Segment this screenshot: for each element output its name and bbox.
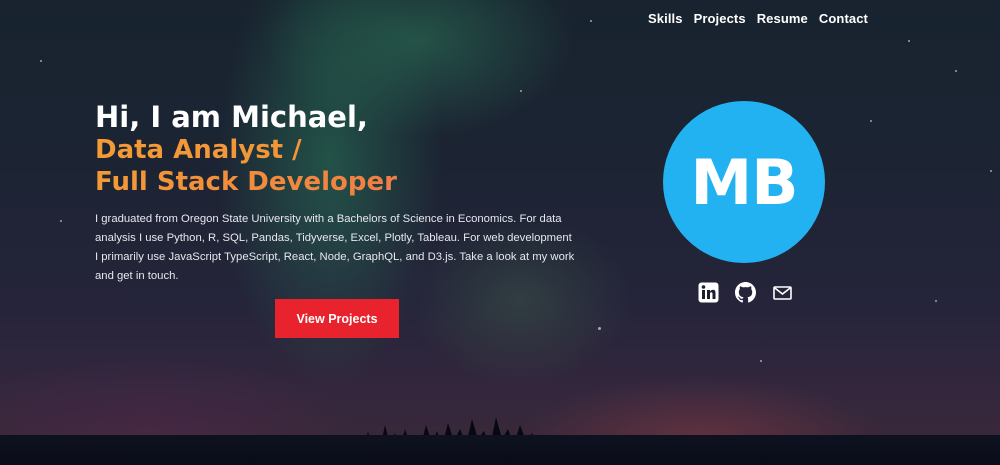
hero-role-line-1: Data Analyst / (95, 134, 575, 166)
nav-link-resume[interactable]: Resume (757, 11, 808, 26)
avatar: MB (663, 101, 825, 263)
linkedin-icon[interactable] (698, 282, 719, 303)
social-links (698, 282, 793, 303)
hero-greeting: Hi, I am Michael, (95, 100, 368, 134)
github-icon[interactable] (735, 282, 756, 303)
avatar-initials: MB (690, 145, 799, 219)
hero-bio: I graduated from Oregon State University… (95, 213, 575, 282)
nav-link-skills[interactable]: Skills (648, 11, 683, 26)
mail-icon[interactable] (772, 282, 793, 303)
top-navigation: Skills Projects Resume Contact (648, 11, 868, 26)
hero-intro: Hi, I am Michael, Data Analyst / Full St… (95, 100, 575, 286)
nav-link-projects[interactable]: Projects (694, 11, 746, 26)
view-projects-button[interactable]: View Projects (275, 299, 399, 338)
ground-shadow (0, 435, 1000, 465)
nav-link-contact[interactable]: Contact (819, 11, 868, 26)
hero-role-line-2: Full Stack Developer (95, 166, 575, 198)
